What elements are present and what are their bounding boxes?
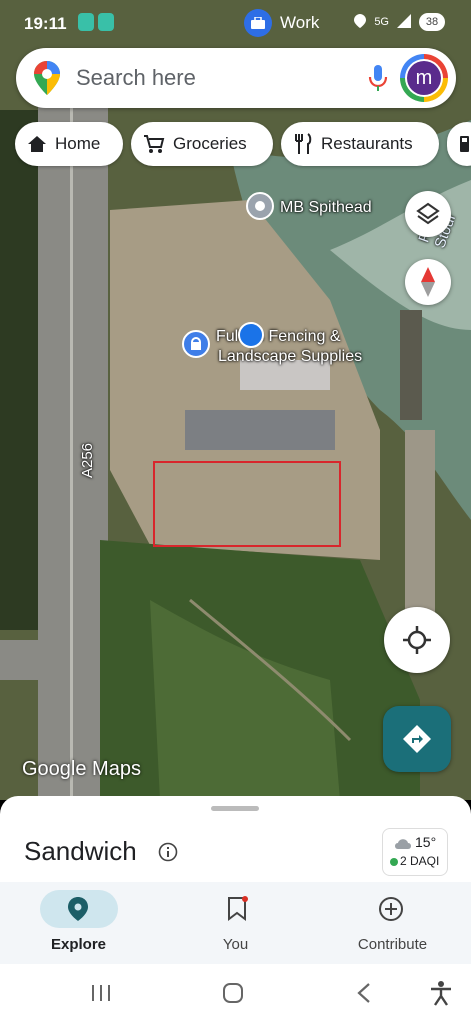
my-location-dot-icon [238, 322, 264, 353]
notification-icons [78, 13, 114, 31]
chip-groceries[interactable]: Groceries [131, 122, 273, 166]
place-sheet[interactable]: Sandwich 15° 2 DAQI [0, 796, 471, 886]
bookmark-icon [225, 896, 249, 927]
search-input[interactable]: Search here [76, 65, 196, 91]
crosshair-icon [403, 626, 431, 654]
battery-icon: 38 [419, 13, 445, 31]
search-bar[interactable]: Search here m [16, 48, 456, 108]
chip-label: Groceries [173, 134, 247, 153]
signal-icon [397, 13, 411, 31]
tab-you[interactable]: You [157, 882, 314, 964]
home-icon [28, 136, 46, 152]
status-indicators: 5G 38 [354, 13, 445, 31]
aqi-label: 2 DAQI [400, 854, 440, 868]
label-mb-spithead[interactable]: MB Spithead [280, 199, 372, 217]
map-view[interactable]: MB Spithead Fullers Fencing & Landscape … [0, 0, 471, 800]
bottom-nav: Explore You Contribute [0, 882, 471, 964]
directions-icon [403, 725, 431, 753]
home-nav-icon[interactable] [222, 982, 244, 1009]
aqi-dot [390, 858, 398, 866]
explore-pin-icon [66, 896, 90, 927]
system-nav-bar [0, 964, 471, 1024]
location-icon [354, 13, 367, 31]
chip-label: Restaurants [321, 134, 413, 153]
sheet-drag-handle[interactable] [211, 806, 259, 811]
chip-home[interactable]: Home [15, 122, 123, 166]
recent-apps-icon[interactable] [90, 983, 112, 1008]
fork-knife-icon [295, 133, 312, 154]
tab-label: Explore [50, 936, 107, 953]
mic-icon[interactable] [368, 64, 388, 97]
avatar-letter: m [407, 61, 441, 95]
tab-explore[interactable]: Explore [0, 882, 157, 964]
google-maps-watermark: Google Maps [22, 758, 141, 780]
tab-label: You [222, 936, 249, 953]
app-notification-icon [98, 13, 114, 31]
gas-station-icon [460, 136, 469, 152]
info-icon[interactable] [158, 842, 178, 867]
back-icon[interactable] [356, 982, 372, 1009]
label-road-a256: A256 [79, 442, 97, 479]
label-fencing-line1[interactable]: Fullers Fencing & [216, 328, 341, 346]
temperature: 15° [415, 834, 437, 850]
plus-circle-icon [378, 896, 404, 927]
cloud-icon [393, 836, 413, 854]
app-notification-icon [78, 13, 94, 31]
directions-button[interactable] [383, 706, 451, 772]
status-time: 19:11 [24, 14, 67, 33]
cart-icon [144, 135, 165, 153]
accessibility-icon[interactable] [429, 980, 453, 1011]
chip-label: Home [55, 134, 101, 153]
chip-restaurants[interactable]: Restaurants [281, 122, 439, 166]
avatar[interactable]: m [400, 54, 448, 102]
place-name: Sandwich [24, 836, 137, 866]
network-label: 5G [374, 16, 389, 28]
tab-contribute[interactable]: Contribute [314, 882, 471, 964]
satellite-imagery [0, 0, 471, 800]
work-label: Work [280, 13, 320, 32]
briefcase-icon [244, 9, 272, 37]
compass-icon [421, 267, 435, 297]
place-pin-icon[interactable] [246, 192, 274, 227]
my-location-button[interactable] [384, 607, 450, 673]
status-bar: 19:11 Work 5G 38 [0, 0, 471, 46]
shop-pin-icon[interactable] [182, 330, 210, 363]
work-profile: Work [244, 9, 319, 37]
layers-icon [416, 202, 440, 225]
layers-button[interactable] [405, 191, 451, 237]
tab-label: Contribute [357, 936, 428, 953]
weather-widget[interactable]: 15° 2 DAQI [382, 828, 448, 876]
google-maps-logo-icon [34, 61, 60, 100]
compass-button[interactable] [405, 259, 451, 305]
